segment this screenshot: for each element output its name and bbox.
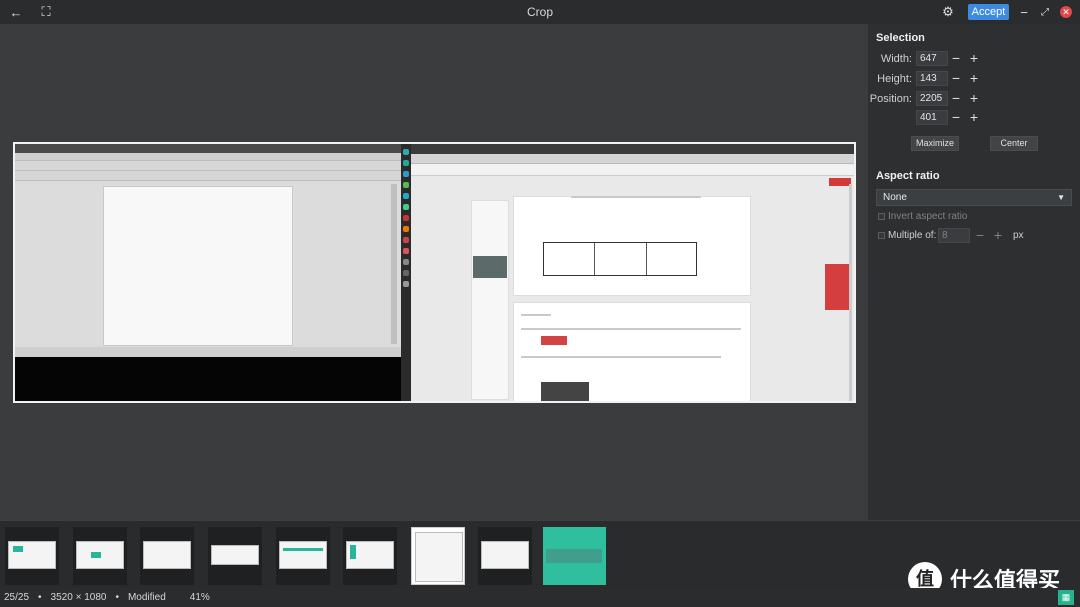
filmstrip-thumbnail[interactable] (411, 527, 465, 585)
center-button[interactable]: Center (990, 136, 1038, 151)
selection-heading: Selection (876, 32, 925, 44)
width-label: Width: (880, 53, 912, 65)
position-y-increment-button[interactable]: + (966, 110, 982, 125)
window-title: Crop (526, 5, 553, 19)
gear-icon[interactable]: ⚙ (934, 0, 962, 24)
close-icon[interactable]: ✕ (1060, 6, 1072, 18)
aspect-ratio-select[interactable]: None ▼ (876, 189, 1072, 206)
screenshot-document-page (103, 186, 293, 346)
aspect-ratio-heading: Aspect ratio (876, 170, 940, 182)
screenshot-office-document (15, 144, 401, 357)
zoom-level: 41% (189, 592, 210, 603)
height-field[interactable]: 143 (916, 71, 948, 86)
height-increment-button[interactable]: + (966, 71, 982, 86)
screenshot-browser (411, 144, 854, 401)
crop-settings-panel: Selection Width: 647 − + Height: 143 − +… (868, 24, 1080, 520)
status-separator: • (38, 592, 42, 603)
width-decrement-button[interactable]: − (948, 51, 964, 66)
position-y-decrement-button[interactable]: − (948, 110, 964, 125)
image-dimensions: 3520 × 1080 (50, 592, 107, 603)
position-y-field[interactable]: 401 (916, 110, 948, 125)
maximize-button[interactable]: Maximize (911, 136, 959, 151)
screenshot-table (543, 242, 697, 276)
position-x-field[interactable]: 2205 (916, 91, 948, 106)
multiple-decrement-button[interactable]: − (972, 228, 988, 243)
multiple-unit-label: px (1013, 230, 1024, 241)
filmstrip-thumbnail[interactable] (343, 527, 397, 585)
status-bar: 25/25 • 3520 × 1080 • Modified 41% (0, 588, 1080, 607)
filmstrip-thumbnail[interactable] (478, 527, 532, 585)
screenshot-dock (401, 144, 411, 401)
multiple-of-field[interactable]: 8 (938, 228, 970, 243)
position-label: Position: (869, 93, 912, 105)
filmstrip-thumbnail[interactable] (276, 527, 330, 585)
modified-status: Modified (127, 592, 166, 603)
multiple-of-label: Multiple of: (888, 230, 937, 241)
height-label: Height: (877, 73, 912, 85)
height-decrement-button[interactable]: − (948, 71, 964, 86)
filmstrip-thumbnail[interactable] (5, 527, 59, 585)
crop-selection-frame[interactable] (13, 142, 856, 403)
filmstrip-thumbnail[interactable] (140, 527, 194, 585)
filmstrip-thumbnail[interactable] (208, 527, 262, 585)
width-increment-button[interactable]: + (966, 51, 982, 66)
chevron-down-icon: ▼ (1057, 193, 1065, 202)
status-separator: • (115, 592, 119, 603)
screenshot-black-area (15, 357, 401, 401)
filmstrip-thumbnail[interactable] (73, 527, 127, 585)
invert-aspect-label: Invert aspect ratio (888, 211, 968, 222)
aspect-ratio-value: None (883, 192, 907, 203)
image-canvas[interactable] (0, 24, 868, 520)
image-index: 25/25 (4, 592, 30, 603)
filmstrip-thumbnail-active[interactable] (543, 527, 606, 585)
maximize-icon[interactable]: ⤢ (1031, 0, 1059, 24)
back-arrow-icon[interactable]: ← (2, 0, 30, 24)
accept-button[interactable]: Accept (968, 4, 1009, 20)
title-bar: ← ⛶ Crop ⚙ Accept − ⤢ ✕ (0, 0, 1080, 24)
multiple-of-checkbox[interactable] (878, 232, 885, 239)
invert-aspect-checkbox[interactable] (878, 213, 885, 220)
multiple-increment-button[interactable]: + (990, 228, 1006, 243)
position-x-increment-button[interactable]: + (966, 91, 982, 106)
position-x-decrement-button[interactable]: − (948, 91, 964, 106)
width-field[interactable]: 647 (916, 51, 948, 66)
grid-view-icon[interactable]: ▦ (1058, 590, 1074, 605)
fullscreen-icon[interactable]: ⛶ (32, 0, 60, 24)
